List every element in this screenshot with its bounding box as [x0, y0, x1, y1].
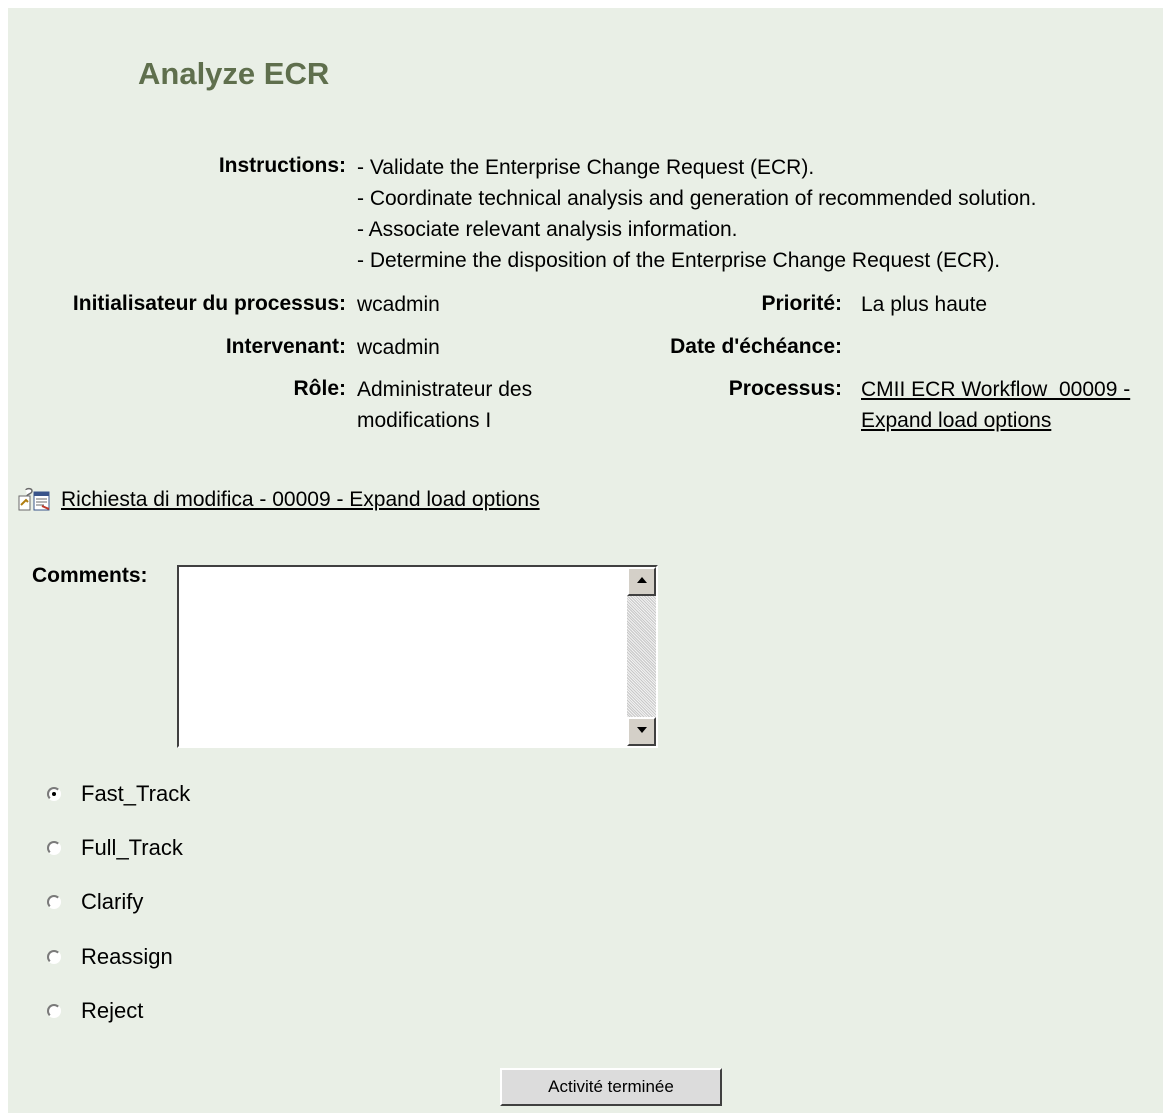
comments-textarea[interactable]	[179, 567, 627, 746]
task-page: Analyze ECR Instructions: - Validate the…	[8, 8, 1163, 1113]
route-option-full-track[interactable]: Full_Track	[47, 834, 183, 862]
route-option-label: Reject	[81, 998, 144, 1023]
scroll-up-button[interactable]	[627, 567, 656, 596]
process-label: Processus:	[728, 377, 842, 400]
route-option-label: Clarify	[81, 889, 144, 914]
change-request-icon[interactable]	[18, 487, 51, 513]
route-option-label: Fast_Track	[81, 781, 191, 806]
arrow-up-icon	[636, 577, 647, 583]
radio-button[interactable]	[47, 787, 61, 801]
priority-label: Priorité:	[761, 292, 842, 315]
comments-scrollbar[interactable]	[627, 567, 656, 746]
page-title: Analyze ECR	[138, 56, 330, 91]
instruction-line: - Associate relevant analysis informatio…	[357, 218, 738, 241]
instruction-line: - Coordinate technical analysis and gene…	[357, 187, 1037, 210]
instructions-label: Instructions:	[218, 154, 346, 177]
role-value: Administrateur des modifications I	[357, 374, 532, 436]
scroll-down-button[interactable]	[627, 717, 656, 746]
radio-button[interactable]	[47, 950, 61, 964]
role-value-line: modifications I	[357, 409, 492, 432]
primary-object-row: Richiesta di modifica - 00009 - Expand l…	[18, 484, 540, 516]
route-option-fast-track[interactable]: Fast_Track	[47, 780, 190, 808]
process-link-line[interactable]: Expand load options	[861, 409, 1051, 432]
route-option-reject[interactable]: Reject	[47, 997, 143, 1025]
primary-object-link[interactable]: Richiesta di modifica - 00009 - Expand l…	[61, 488, 540, 512]
instructions-list: - Validate the Enterprise Change Request…	[357, 152, 1036, 276]
role-label: Rôle:	[293, 377, 347, 400]
route-option-clarify[interactable]: Clarify	[47, 888, 143, 916]
due-date-label: Date d'échéance:	[670, 335, 842, 358]
process-link-line[interactable]: CMII ECR Workflow_00009 -	[861, 378, 1130, 401]
initiator-value: wcadmin	[357, 293, 440, 316]
route-option-reassign[interactable]: Reassign	[47, 943, 173, 971]
priority-value: La plus haute	[861, 293, 988, 316]
arrow-down-icon	[636, 727, 647, 733]
role-value-line: Administrateur des	[357, 378, 533, 401]
route-option-label: Reassign	[81, 944, 173, 969]
comments-box	[177, 565, 658, 748]
instruction-line: - Determine the disposition of the Enter…	[357, 249, 1001, 272]
complete-activity-button[interactable]: Activité terminée	[500, 1068, 722, 1106]
assignee-label: Intervenant:	[225, 335, 346, 358]
initiator-label: Initialisateur du processus:	[72, 292, 346, 315]
assignee-value: wcadmin	[357, 336, 440, 359]
instruction-line: - Validate the Enterprise Change Request…	[357, 156, 815, 179]
route-option-label: Full_Track	[81, 835, 183, 860]
radio-button[interactable]	[47, 895, 61, 909]
comments-label: Comments:	[32, 564, 148, 587]
process-link[interactable]: CMII ECR Workflow_00009 - Expand load op…	[861, 374, 1130, 436]
radio-button[interactable]	[47, 1004, 61, 1018]
radio-button[interactable]	[47, 841, 61, 855]
